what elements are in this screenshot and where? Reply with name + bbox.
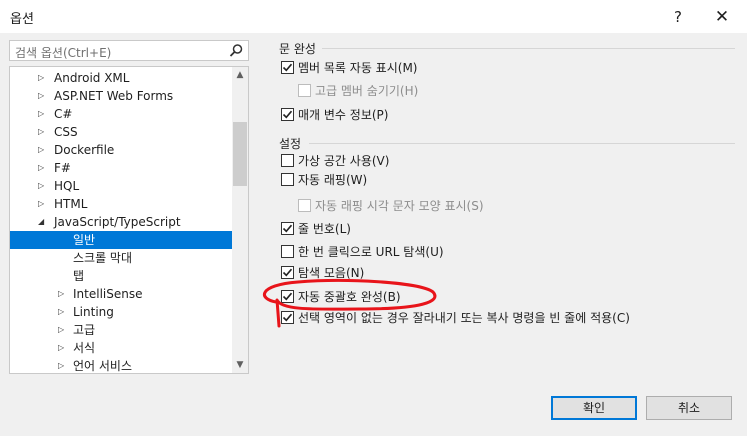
scroll-thumb[interactable] bbox=[233, 122, 247, 186]
help-button[interactable]: ? bbox=[660, 4, 696, 30]
checkbox-checked[interactable] bbox=[281, 222, 294, 235]
collapsed-arrow-icon[interactable]: ▷ bbox=[58, 321, 68, 339]
tree-item[interactable]: 일반 bbox=[10, 231, 232, 249]
checkbox-unchecked[interactable] bbox=[281, 154, 294, 167]
collapsed-arrow-icon[interactable]: ▷ bbox=[38, 177, 48, 195]
tree-item[interactable]: ▷ CSS bbox=[10, 123, 232, 141]
collapsed-arrow-icon[interactable]: ▷ bbox=[38, 87, 48, 105]
tree-item-label: IntelliSense bbox=[73, 287, 143, 301]
option-label: 선택 영역이 없는 경우 잘라내기 또는 복사 명령을 빈 줄에 적용(C) bbox=[298, 311, 630, 325]
option-label: 한 번 클릭으로 URL 탐색(U) bbox=[298, 245, 444, 259]
tree-item[interactable]: 탭 bbox=[10, 267, 232, 285]
tree-item[interactable]: ◢ JavaScript/TypeScript bbox=[10, 213, 232, 231]
tree-item-label: CSS bbox=[54, 125, 78, 139]
checkmark-icon bbox=[282, 292, 293, 301]
checkbox-checked[interactable] bbox=[281, 108, 294, 121]
checkbox-checked[interactable] bbox=[281, 61, 294, 74]
title-bar: 옵션 ? ✕ bbox=[0, 0, 747, 33]
collapsed-arrow-icon[interactable]: ▷ bbox=[38, 69, 48, 87]
tree-item-label: 고급 bbox=[73, 323, 96, 337]
tree-item-label: F# bbox=[54, 161, 71, 175]
option-label: 매개 변수 정보(P) bbox=[298, 108, 389, 122]
collapsed-arrow-icon[interactable]: ▷ bbox=[38, 105, 48, 123]
option-label: 자동 래핑(W) bbox=[298, 173, 368, 187]
checkmark-icon bbox=[282, 224, 293, 233]
collapsed-arrow-icon[interactable]: ▷ bbox=[38, 141, 48, 159]
ok-button[interactable]: 확인 bbox=[551, 396, 637, 420]
tree-item[interactable]: ▷ 서식 bbox=[10, 339, 232, 357]
checkbox-unchecked bbox=[298, 84, 311, 97]
option-label: 멤버 목록 자동 표시(M) bbox=[298, 61, 418, 75]
option-label: 탐색 모음(N) bbox=[298, 266, 365, 280]
tree-item-label: 스크롤 막대 bbox=[73, 251, 133, 265]
tree-item[interactable]: ▷ 고급 bbox=[10, 321, 232, 339]
cancel-button[interactable]: 취소 bbox=[646, 396, 732, 420]
tree-item-label: 언어 서비스 bbox=[73, 359, 133, 373]
tree-item-label: Android XML bbox=[54, 71, 130, 85]
collapsed-arrow-icon[interactable]: ▷ bbox=[58, 303, 68, 321]
tree-scrollbar[interactable]: ▲ ▼ bbox=[232, 67, 248, 373]
tree-item-label: C# bbox=[54, 107, 73, 121]
collapsed-arrow-icon[interactable]: ▷ bbox=[58, 285, 68, 303]
tree-item-label: HTML bbox=[54, 197, 88, 211]
checkbox-unchecked[interactable] bbox=[281, 173, 294, 186]
tree-item[interactable]: ▷ Android XML bbox=[10, 69, 232, 87]
search-placeholder: 검색 옵션(Ctrl+E) bbox=[15, 46, 112, 60]
tree-item-label: ASP.NET Web Forms bbox=[54, 89, 174, 103]
option-label: 줄 번호(L) bbox=[298, 222, 351, 236]
tree-item[interactable]: ▷ Linting bbox=[10, 303, 232, 321]
collapsed-arrow-icon[interactable]: ▷ bbox=[38, 159, 48, 177]
window-title: 옵션 bbox=[10, 12, 34, 27]
tree-item[interactable]: ▷ IntelliSense bbox=[10, 285, 232, 303]
tree-item[interactable]: ▷ F# bbox=[10, 159, 232, 177]
tree-item[interactable]: ▷ Dockerfile bbox=[10, 141, 232, 159]
option-label: 가상 공간 사용(V) bbox=[298, 154, 390, 168]
tree-item[interactable]: ▷ ASP.NET Web Forms bbox=[10, 87, 232, 105]
option-label: 자동 중괄호 완성(B) bbox=[298, 290, 401, 304]
checkbox-checked[interactable] bbox=[281, 266, 294, 279]
collapsed-arrow-icon[interactable]: ▷ bbox=[58, 339, 68, 357]
scroll-down-icon[interactable]: ▼ bbox=[232, 357, 248, 373]
tree-item-label: Dockerfile bbox=[54, 143, 115, 157]
tree-item[interactable]: ▷ HTML bbox=[10, 195, 232, 213]
group-divider bbox=[322, 48, 735, 49]
tree-item[interactable]: ▷ C# bbox=[10, 105, 232, 123]
option-label: 고급 멤버 숨기기(H) bbox=[315, 84, 419, 98]
tree-item-label: 일반 bbox=[73, 233, 96, 247]
close-button[interactable]: ✕ bbox=[704, 4, 740, 30]
group-divider bbox=[309, 143, 735, 144]
search-icon[interactable] bbox=[228, 43, 244, 59]
collapsed-arrow-icon[interactable]: ▷ bbox=[58, 357, 68, 373]
checkmark-icon bbox=[282, 63, 293, 72]
tree-item-label: 서식 bbox=[73, 341, 96, 355]
tree-item-label: Linting bbox=[73, 305, 114, 319]
collapsed-arrow-icon[interactable]: ▷ bbox=[38, 123, 48, 141]
options-tree[interactable]: ▷ Android XML ▷ ASP.NET Web Forms ▷ C# ▷ CSS ▷ Do… bbox=[9, 66, 249, 374]
search-input[interactable]: 검색 옵션(Ctrl+E) bbox=[9, 40, 249, 61]
tree-item[interactable]: 스크롤 막대 bbox=[10, 249, 232, 267]
checkmark-icon bbox=[282, 110, 293, 119]
expanded-arrow-icon[interactable]: ◢ bbox=[38, 213, 48, 231]
checkbox-checked[interactable] bbox=[281, 311, 294, 324]
checkbox-unchecked[interactable] bbox=[281, 245, 294, 258]
tree-item-label: JavaScript/TypeScript bbox=[54, 215, 181, 229]
checkbox-unchecked bbox=[298, 199, 311, 212]
collapsed-arrow-icon[interactable]: ▷ bbox=[38, 195, 48, 213]
settings-title: 설정 bbox=[279, 137, 302, 151]
tree-item-label: 탭 bbox=[73, 269, 85, 283]
checkbox-checked[interactable] bbox=[281, 290, 294, 303]
tree-item[interactable]: ▷ 언어 서비스 bbox=[10, 357, 232, 373]
option-label: 자동 래핑 시각 문자 모양 표시(S) bbox=[315, 199, 484, 213]
tree-item[interactable]: ▷ HQL bbox=[10, 177, 232, 195]
checkmark-icon bbox=[282, 268, 293, 277]
checkmark-icon bbox=[282, 313, 293, 322]
statement-completion-title: 문 완성 bbox=[279, 42, 316, 56]
tree-item-label: HQL bbox=[54, 179, 80, 193]
scroll-up-icon[interactable]: ▲ bbox=[232, 67, 248, 83]
